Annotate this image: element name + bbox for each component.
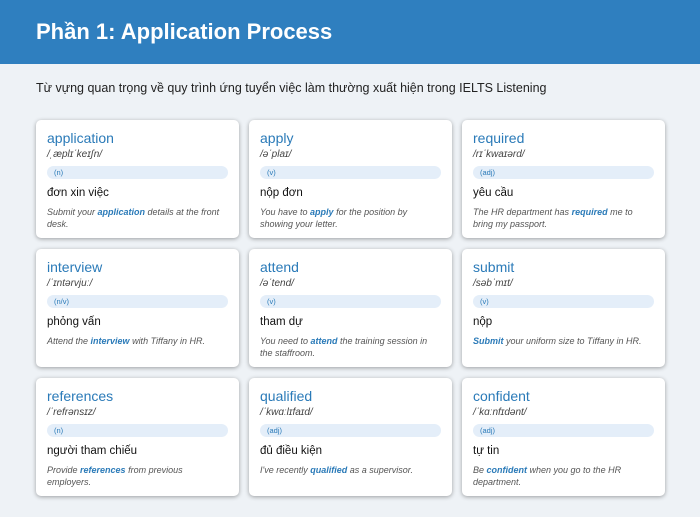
vocab-card: submit /səbˈmɪt/ (v) nộp Submit your uni… [462, 249, 665, 367]
vocab-example: Be confident when you go to the HR depar… [473, 464, 654, 488]
part-of-speech-badge: (adj) [260, 424, 441, 437]
vocab-pronunciation: /ˈɪntərvjuː/ [47, 278, 93, 289]
vocab-pronunciation: /ˌæplɪˈkeɪʃn/ [47, 149, 103, 160]
vocab-word: application [47, 130, 114, 146]
vocab-word: attend [260, 259, 299, 275]
vocab-example: Submit your application details at the f… [47, 206, 228, 230]
example-keyword: references [80, 465, 126, 475]
vocab-pronunciation: /əˈtend/ [260, 278, 294, 289]
vocab-meaning: nộp đơn [260, 187, 303, 199]
page-subtitle: Từ vựng quan trọng về quy trình ứng tuyể… [36, 81, 547, 95]
page-header: Phần 1: Application Process [0, 0, 700, 64]
vocab-word: required [473, 130, 525, 146]
vocab-example: You need to attend the training session … [260, 335, 441, 359]
part-of-speech-badge: (adj) [473, 424, 654, 437]
page-title: Phần 1: Application Process [36, 19, 333, 44]
vocab-word: apply [260, 130, 294, 146]
part-of-speech-badge: (n) [47, 166, 228, 179]
vocab-card: references /ˈrefrənsɪz/ (n) người tham c… [36, 378, 239, 496]
part-of-speech-badge: (n) [47, 424, 228, 437]
part-of-speech-badge: (v) [473, 295, 654, 308]
vocab-meaning: đủ điều kiện [260, 445, 323, 457]
vocab-meaning: phỏng vấn [47, 316, 101, 328]
vocab-pronunciation: /ˈrefrənsɪz/ [47, 407, 96, 418]
example-text: Provide [47, 465, 81, 475]
vocab-word: confident [473, 388, 530, 404]
example-text: as a supervisor. [347, 465, 413, 475]
vocab-meaning: tham dự [260, 316, 303, 328]
vocab-card: confident /ˈkɑːnfɪdənt/ (adj) tự tin Be … [462, 378, 665, 496]
example-text: Submit your [47, 207, 98, 217]
vocab-card: required /rɪˈkwaɪərd/ (adj) yêu cầu The … [462, 120, 665, 238]
example-keyword: apply [310, 207, 334, 217]
example-text: Attend the [47, 336, 91, 346]
vocab-example: I've recently qualified as a supervisor. [260, 464, 441, 476]
vocab-word: qualified [260, 388, 313, 404]
vocab-word: interview [47, 259, 103, 275]
part-of-speech-badge: (n/v) [47, 295, 228, 308]
vocab-pronunciation: /ˈkɑːnfɪdənt/ [473, 407, 527, 418]
example-keyword: required [571, 207, 608, 217]
part-of-speech-badge: (adj) [473, 166, 654, 179]
vocab-meaning: người tham chiếu [47, 445, 138, 457]
vocab-card: application /ˌæplɪˈkeɪʃn/ (n) đơn xin vi… [36, 120, 239, 238]
vocab-meaning: yêu cầu [473, 187, 514, 199]
vocab-example: Attend the interview with Tiffany in HR. [47, 335, 228, 347]
vocab-example: Provide references from previous employe… [47, 464, 228, 488]
vocab-meaning: tự tin [473, 445, 500, 457]
part-of-speech-badge: (v) [260, 166, 441, 179]
example-text: You need to [260, 336, 311, 346]
example-text: The HR department has [473, 207, 572, 217]
example-keyword: attend [310, 336, 338, 346]
example-text: Be [473, 465, 487, 475]
vocab-card: qualified /ˈkwɑːlɪfaɪd/ (adj) đủ điều ki… [249, 378, 452, 496]
example-text: your uniform size to Tiffany in HR. [503, 336, 642, 346]
example-text: I've recently [260, 465, 311, 475]
example-keyword: qualified [310, 465, 348, 475]
example-keyword: application [97, 207, 146, 217]
vocab-meaning: đơn xin việc [47, 187, 109, 199]
vocab-pronunciation: /rɪˈkwaɪərd/ [473, 149, 525, 160]
vocab-pronunciation: /səbˈmɪt/ [473, 278, 513, 289]
vocab-card: interview /ˈɪntərvjuː/ (n/v) phỏng vấn A… [36, 249, 239, 367]
vocab-pronunciation: /əˈplaɪ/ [260, 149, 292, 160]
example-keyword: interview [90, 336, 130, 346]
example-keyword: confident [486, 465, 528, 475]
vocab-example: You have to apply for the position by sh… [260, 206, 441, 230]
example-text: with Tiffany in HR. [129, 336, 206, 346]
vocab-card: apply /əˈplaɪ/ (v) nộp đơn You have to a… [249, 120, 452, 238]
vocab-example: Submit your uniform size to Tiffany in H… [473, 335, 654, 347]
vocab-word: submit [473, 259, 515, 275]
vocab-pronunciation: /ˈkwɑːlɪfaɪd/ [260, 407, 313, 418]
vocab-example: The HR department has required me to bri… [473, 206, 654, 230]
vocab-meaning: nộp [473, 316, 493, 328]
part-of-speech-badge: (v) [260, 295, 441, 308]
vocabulary-grid: application /ˌæplɪˈkeɪʃn/ (n) đơn xin vi… [36, 120, 665, 496]
example-keyword: Submit [473, 336, 504, 346]
vocab-card: attend /əˈtend/ (v) tham dự You need to … [249, 249, 452, 367]
example-text: You have to [260, 207, 311, 217]
vocab-word: references [47, 388, 114, 404]
